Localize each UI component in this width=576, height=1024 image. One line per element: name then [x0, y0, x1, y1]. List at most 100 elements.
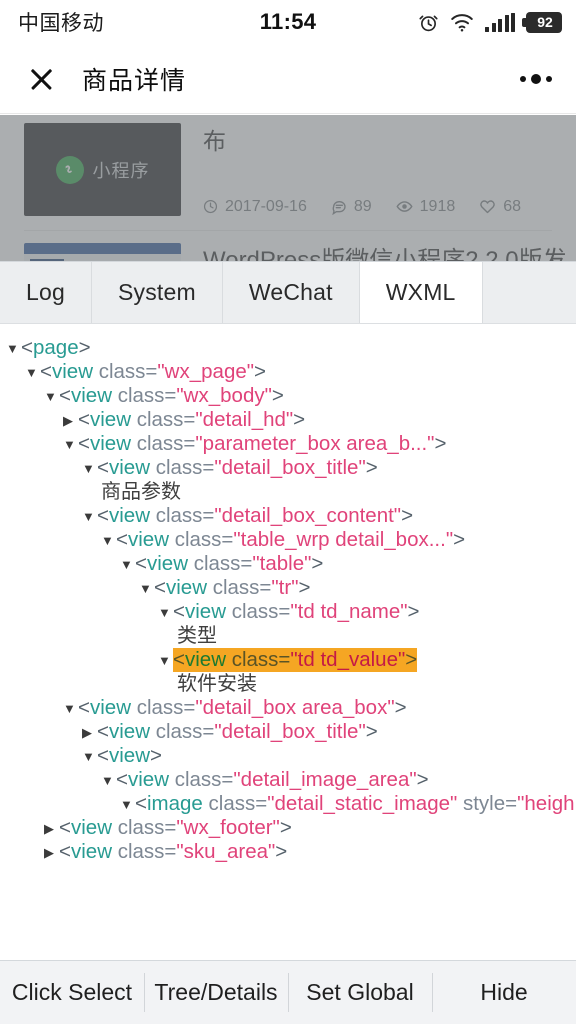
tag-open-bracket: < [135, 552, 147, 575]
tree-node-markup[interactable]: < view class = "detail_image_area" > [116, 768, 429, 792]
attribute-value: "sku_area" [176, 840, 276, 863]
chevron-right-icon[interactable]: ▶ [82, 721, 97, 745]
chevron-down-icon[interactable]: ▼ [82, 457, 97, 481]
tree-node-markup[interactable]: < view class = "detail_box area_box" > [78, 696, 407, 720]
tag-name: view [70, 840, 112, 863]
chevron-down-icon[interactable]: ▼ [25, 361, 40, 385]
chevron-down-icon[interactable]: ▼ [139, 577, 154, 601]
chevron-down-icon[interactable]: ▼ [158, 601, 173, 625]
tree-element-node[interactable]: ▼ < view class = "wx_body" > [0, 384, 576, 408]
more-options-icon[interactable] [520, 73, 552, 84]
tree-element-node[interactable]: ▶ < view class = "detail_hd" > [0, 408, 576, 432]
tree-node-markup[interactable]: < view class = "table_wrp detail_box..." > [116, 528, 465, 552]
tag-close-bracket: > [401, 504, 414, 527]
tag-name: view [127, 768, 169, 791]
tree-node-markup[interactable]: < view class = "detail_box_content" > [97, 504, 413, 528]
tree-element-node[interactable]: ▼ < view class = "table" > [0, 552, 576, 576]
tree-element-node[interactable]: ▼ < view class = "detail_box_title" > [0, 456, 576, 480]
attribute-equals: = [278, 648, 291, 671]
attribute-name: class [155, 504, 203, 527]
list-item[interactable]: 小程序 布 2017-09-16 89 1918 68 [0, 115, 576, 216]
tree-node-markup[interactable]: < view class = "tr" > [154, 576, 310, 600]
chevron-right-icon[interactable]: ▶ [63, 409, 78, 433]
tree-node-markup[interactable]: < view class = "detail_box_title" > [97, 720, 378, 744]
tab-wechat[interactable]: WeChat [222, 262, 360, 323]
attribute-name: class [98, 360, 146, 383]
tree-element-node[interactable]: ▼ < view class = "td td_name" > [0, 600, 576, 624]
attribute-name: class [174, 528, 222, 551]
tree-node-markup[interactable]: < view class = "sku_area" > [59, 840, 287, 864]
tree-element-node[interactable]: ▼ < view class = "tr" > [0, 576, 576, 600]
tree-node-markup[interactable]: < view > [97, 744, 162, 768]
tree-element-node[interactable]: ▼ < page > [0, 336, 576, 360]
set-global-button[interactable]: Set Global [288, 961, 432, 1024]
close-icon[interactable] [26, 64, 56, 94]
tab-log[interactable]: Log [0, 262, 92, 323]
tree-node-markup[interactable]: < view class = "wx_footer" > [59, 816, 292, 840]
tab-label: WeChat [248, 279, 333, 305]
tree-node-markup[interactable]: < view class = "wx_body" > [59, 384, 284, 408]
tree-element-node[interactable]: ▼ < view class = "parameter_box area_b..." > [0, 432, 576, 456]
tree-element-node[interactable]: ▼ < image class = "detail_static_image" styl… [0, 792, 576, 816]
chevron-down-icon[interactable]: ▼ [101, 769, 116, 793]
tree-node-markup[interactable]: < image class = "detail_static_image" style… [135, 792, 575, 816]
meta-comments: 89 [331, 198, 372, 216]
tree-details-button[interactable]: Tree/Details [144, 961, 288, 1024]
chevron-right-icon[interactable]: ▶ [44, 841, 59, 865]
tree-element-node[interactable]: ▼ < view class = "td td_value" > [0, 648, 576, 672]
devtools-panel: Log System WeChat WXML ▼ < page > ▼ < view cla… [0, 261, 576, 1024]
tree-element-node[interactable]: ▼ < view class = "wx_page" > [0, 360, 576, 384]
attribute-equals: = [164, 816, 177, 839]
attribute-name: class [231, 648, 279, 671]
tag-open-bracket: < [97, 456, 109, 479]
attribute-equals: = [164, 840, 177, 863]
tree-element-node[interactable]: ▼ < view class = "detail_box_content" > [0, 504, 576, 528]
tree-node-markup[interactable]: < page > [21, 336, 91, 360]
attribute-name: class [174, 768, 222, 791]
tree-element-node[interactable]: ▼ < view > [0, 744, 576, 768]
tab-wxml[interactable]: WXML [359, 262, 483, 323]
tree-element-node[interactable]: ▼ < view class = "detail_box area_box" > [0, 696, 576, 720]
chevron-down-icon[interactable]: ▼ [158, 649, 173, 673]
tree-element-node[interactable]: ▶ < view class = "sku_area" > [0, 840, 576, 864]
tree-node-markup[interactable]: < view class = "wx_page" > [40, 360, 266, 384]
tree-text-node[interactable]: 商品参数 [0, 480, 576, 504]
chevron-down-icon[interactable]: ▼ [44, 385, 59, 409]
tag-name: view [89, 696, 131, 719]
tab-system[interactable]: System [91, 262, 223, 323]
tree-node-highlighted[interactable]: < view class = "td td_value" > [173, 648, 418, 672]
chevron-right-icon[interactable]: ▶ [44, 817, 59, 841]
tree-node-markup[interactable]: < view class = "detail_box_title" > [97, 456, 378, 480]
tree-text-node[interactable]: 类型 [0, 624, 576, 648]
tag-close-bracket: > [434, 432, 447, 455]
click-select-button[interactable]: Click Select [0, 961, 144, 1024]
tree-element-node[interactable]: ▶ < view class = "wx_footer" > [0, 816, 576, 840]
tree-node-markup[interactable]: < view class = "table" > [135, 552, 323, 576]
tag-name: view [51, 360, 93, 383]
tree-node-markup[interactable]: < view class = "td td_name" > [173, 600, 420, 624]
chevron-down-icon[interactable]: ▼ [82, 505, 97, 529]
tree-node-markup[interactable]: < view class = "parameter_box area_b..." > [78, 432, 446, 456]
tree-element-node[interactable]: ▼ < view class = "table_wrp detail_box..." > [0, 528, 576, 552]
wxml-dom-tree[interactable]: ▼ < page > ▼ < view class = "wx_page" > ▼ < view cla… [0, 324, 576, 960]
chevron-down-icon[interactable]: ▼ [120, 793, 135, 817]
tree-element-node[interactable]: ▶ < view class = "detail_box_title" > [0, 720, 576, 744]
attribute-name: class [212, 576, 260, 599]
tree-text-node[interactable]: 软件安装 [0, 672, 576, 696]
chevron-down-icon[interactable]: ▼ [101, 529, 116, 553]
chevron-down-icon[interactable]: ▼ [63, 697, 78, 721]
tree-element-node[interactable]: ▼ < view class = "detail_image_area" > [0, 768, 576, 792]
hide-button[interactable]: Hide [432, 961, 576, 1024]
status-bar: 中国移动 11:54 92 [0, 0, 576, 44]
tag-close-bracket: > [311, 552, 324, 575]
chevron-down-icon[interactable]: ▼ [63, 433, 78, 457]
attribute-equals: = [183, 432, 196, 455]
tree-node-markup[interactable]: < view class = "detail_hd" > [78, 408, 305, 432]
chevron-down-icon[interactable]: ▼ [6, 337, 21, 361]
list-item[interactable]: WordPress版微信小程序2.2.0版发 [0, 231, 576, 265]
tag-name: view [89, 432, 131, 455]
attribute-equals: = [240, 552, 253, 575]
chevron-down-icon[interactable]: ▼ [82, 745, 97, 769]
thumbnail-graphic [24, 243, 181, 254]
chevron-down-icon[interactable]: ▼ [120, 553, 135, 577]
